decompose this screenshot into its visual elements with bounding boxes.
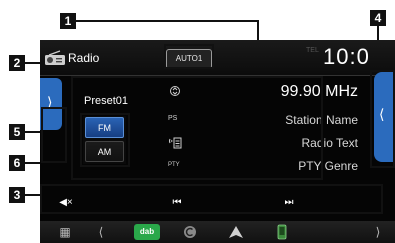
callout-2: 2 (9, 55, 25, 71)
media-app-button[interactable] (181, 223, 199, 241)
home-bar-right-button[interactable]: ⟩ (371, 223, 385, 241)
frame-preset-tab (41, 107, 67, 163)
callout-5: 5 (9, 124, 25, 140)
frame-auto-seek (164, 44, 214, 69)
radio-icon (45, 50, 65, 65)
chevron-left-icon: ⟨ (98, 225, 104, 239)
dab-app-button[interactable]: dab (134, 224, 160, 240)
clock: 10:0 (323, 44, 370, 69)
callout-3: 3 (9, 187, 25, 203)
media-app-icon (184, 226, 196, 238)
chevron-right-icon: ⟩ (375, 225, 381, 239)
callout-1: 1 (60, 13, 76, 29)
apps-grid-button[interactable]: ▦ (56, 223, 74, 241)
frame-right-tab (370, 70, 395, 168)
grid-icon: ▦ (59, 225, 71, 239)
tel-indicator: TEL (306, 47, 319, 54)
source-title: Radio (68, 51, 100, 65)
home-bar-left-button[interactable]: ⟨ (94, 223, 108, 241)
frame-control-bar (40, 184, 383, 214)
navigation-icon (229, 226, 243, 238)
callout-3-line (25, 194, 40, 196)
callout-6: 6 (9, 155, 25, 171)
phone-icon (277, 224, 287, 240)
status-bar: Radio AUTO1 TEL 10:0 (40, 40, 395, 76)
navigation-app-button[interactable] (226, 223, 246, 241)
phone-app-button[interactable] (275, 223, 289, 241)
callout-4: 4 (370, 10, 386, 26)
frame-band (80, 113, 130, 167)
callout-1-line (76, 20, 259, 22)
dab-label: dab (139, 227, 155, 236)
